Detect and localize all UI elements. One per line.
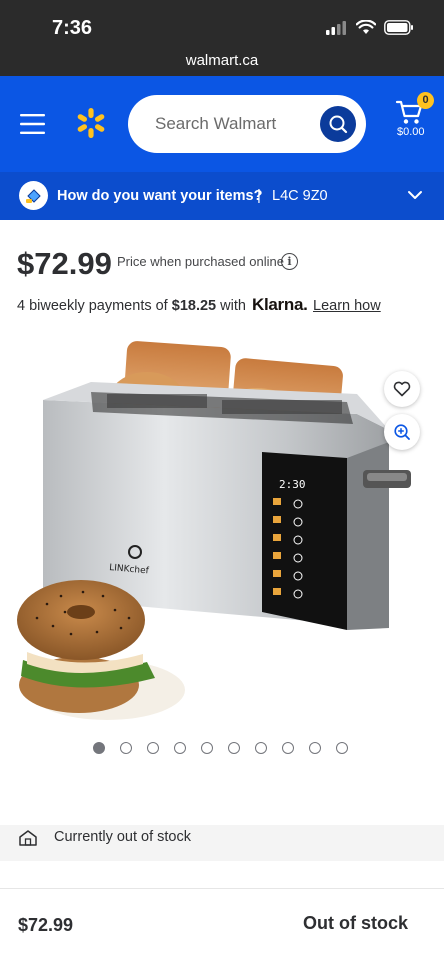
cart-count-badge: 0 xyxy=(417,92,434,109)
info-icon[interactable]: i xyxy=(281,253,298,270)
heart-icon xyxy=(393,381,411,397)
payments-amount: $18.25 xyxy=(171,298,217,314)
search-icon xyxy=(329,115,348,134)
price-note: Price when purchased online xyxy=(117,254,284,269)
bottom-price: $72.99 xyxy=(18,915,74,935)
cellular-signal-icon xyxy=(326,20,346,35)
carousel-dot[interactable] xyxy=(336,742,348,754)
availability-strip: Currently out of stock xyxy=(0,825,444,861)
carousel-dot[interactable] xyxy=(201,742,213,754)
battery-icon xyxy=(384,20,413,35)
fulfilment-question[interactable]: How do you want your items? xyxy=(57,188,262,204)
chevron-down-icon[interactable] xyxy=(407,189,423,201)
favorite-button[interactable] xyxy=(384,371,420,407)
carousel-dot[interactable] xyxy=(174,742,186,754)
search-placeholder[interactable]: Search Walmart xyxy=(155,114,276,134)
klarna-payments-text: 4 biweekly payments of $18.25 with xyxy=(17,298,246,314)
product-price: $72.99 xyxy=(17,246,112,281)
fulfilment-icon xyxy=(19,181,48,210)
payments-suffix: with xyxy=(216,298,246,314)
learn-how-link[interactable]: Learn how xyxy=(313,298,381,314)
carousel-dot[interactable] xyxy=(147,742,159,754)
search-button[interactable] xyxy=(320,106,356,142)
product-image[interactable]: 2:30 LINKchef xyxy=(17,330,427,730)
carousel-dot[interactable] xyxy=(228,742,240,754)
stock-status-text: Currently out of stock xyxy=(54,829,191,845)
payments-prefix: 4 biweekly payments of xyxy=(17,298,172,314)
fulfilment-separator: | xyxy=(257,187,261,204)
delivery-box-icon xyxy=(25,188,41,203)
carousel-dot[interactable] xyxy=(93,742,105,754)
klarna-logo: Klarna. xyxy=(252,295,308,314)
out-of-stock-label: Out of stock xyxy=(303,913,409,933)
cart-total: $0.00 xyxy=(397,126,425,138)
search-field[interactable]: Search Walmart xyxy=(128,95,366,153)
carousel-dot[interactable] xyxy=(255,742,267,754)
site-header: Search Walmart 0 $0.00 xyxy=(0,76,444,172)
bottom-action-bar: $72.99 Out of stock xyxy=(0,888,444,960)
toaster-display: 2:30 xyxy=(279,478,306,491)
browser-url[interactable]: walmart.ca xyxy=(0,46,444,76)
image-carousel-dots xyxy=(93,742,348,754)
status-time: 7:36 xyxy=(52,17,93,39)
cart-button[interactable]: 0 $0.00 xyxy=(393,92,434,148)
carousel-dot[interactable] xyxy=(120,742,132,754)
carousel-dot[interactable] xyxy=(282,742,294,754)
hamburger-menu-icon[interactable] xyxy=(20,113,45,135)
store-icon xyxy=(19,830,37,846)
status-icons xyxy=(326,20,414,35)
status-bar: 7:36 xyxy=(0,0,444,46)
zoom-in-icon xyxy=(394,424,410,440)
fulfilment-postal-code[interactable]: L4C 9Z0 xyxy=(272,188,328,204)
carousel-dot[interactable] xyxy=(309,742,321,754)
fulfilment-bar[interactable]: How do you want your items? | L4C 9Z0 xyxy=(0,172,444,220)
wifi-icon xyxy=(356,20,376,34)
zoom-button[interactable] xyxy=(384,414,420,450)
walmart-spark-logo-icon[interactable] xyxy=(74,106,108,140)
